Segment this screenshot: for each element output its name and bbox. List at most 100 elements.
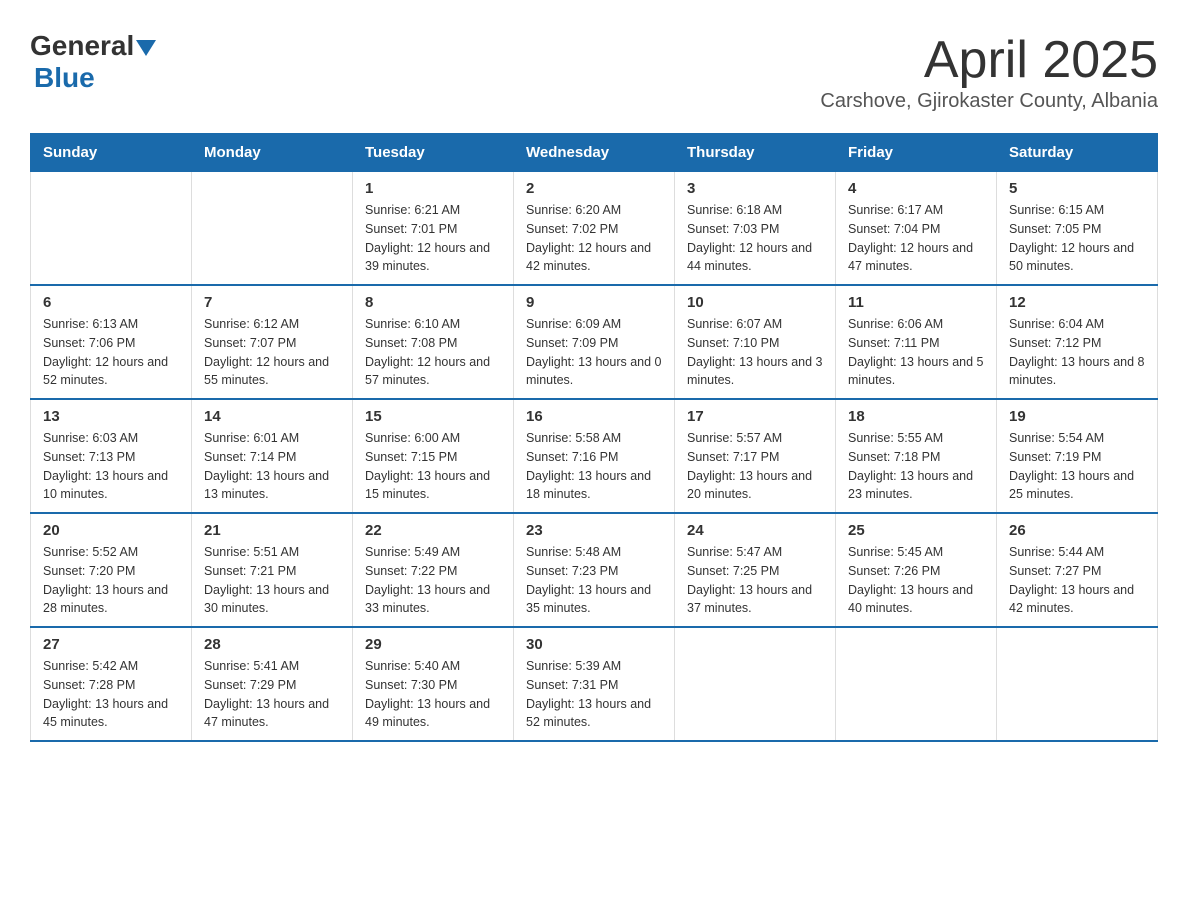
day-info: Sunrise: 6:06 AMSunset: 7:11 PMDaylight:…	[848, 315, 984, 390]
day-info: Sunrise: 6:20 AMSunset: 7:02 PMDaylight:…	[526, 201, 662, 276]
sunset-text: Sunset: 7:05 PM	[1009, 220, 1145, 239]
daylight-text: Daylight: 13 hours and 23 minutes.	[848, 467, 984, 505]
day-number: 2	[526, 180, 662, 197]
day-number: 21	[204, 522, 340, 539]
day-info: Sunrise: 5:58 AMSunset: 7:16 PMDaylight:…	[526, 429, 662, 504]
day-info: Sunrise: 6:12 AMSunset: 7:07 PMDaylight:…	[204, 315, 340, 390]
day-number: 8	[365, 294, 501, 311]
daylight-text: Daylight: 13 hours and 40 minutes.	[848, 581, 984, 619]
calendar-cell: 2 Sunrise: 6:20 AMSunset: 7:02 PMDaylight…	[514, 172, 675, 286]
sunset-text: Sunset: 7:01 PM	[365, 220, 501, 239]
calendar-table: SundayMondayTuesdayWednesdayThursdayFrid…	[30, 133, 1158, 742]
sunrise-text: Sunrise: 5:41 AM	[204, 657, 340, 676]
header-thursday: Thursday	[675, 134, 836, 172]
day-number: 3	[687, 180, 823, 197]
sunrise-text: Sunrise: 6:21 AM	[365, 201, 501, 220]
day-info: Sunrise: 6:15 AMSunset: 7:05 PMDaylight:…	[1009, 201, 1145, 276]
day-info: Sunrise: 5:45 AMSunset: 7:26 PMDaylight:…	[848, 543, 984, 618]
day-info: Sunrise: 5:41 AMSunset: 7:29 PMDaylight:…	[204, 657, 340, 732]
calendar-cell	[192, 172, 353, 286]
day-info: Sunrise: 5:42 AMSunset: 7:28 PMDaylight:…	[43, 657, 179, 732]
header-friday: Friday	[836, 134, 997, 172]
day-number: 13	[43, 408, 179, 425]
sunset-text: Sunset: 7:09 PM	[526, 334, 662, 353]
sunset-text: Sunset: 7:31 PM	[526, 676, 662, 695]
day-info: Sunrise: 6:07 AMSunset: 7:10 PMDaylight:…	[687, 315, 823, 390]
day-info: Sunrise: 5:54 AMSunset: 7:19 PMDaylight:…	[1009, 429, 1145, 504]
daylight-text: Daylight: 13 hours and 8 minutes.	[1009, 353, 1145, 391]
calendar-cell: 3Sunrise: 6:18 AMSunset: 7:03 PMDaylight…	[675, 172, 836, 286]
sunrise-text: Sunrise: 6:20 AM	[526, 201, 662, 220]
calendar-cell: 8Sunrise: 6:10 AMSunset: 7:08 PMDaylight…	[353, 285, 514, 399]
sunset-text: Sunset: 7:23 PM	[526, 562, 662, 581]
sunset-text: Sunset: 7:13 PM	[43, 448, 179, 467]
calendar-cell: 29Sunrise: 5:40 AMSunset: 7:30 PMDayligh…	[353, 627, 514, 741]
day-number: 28	[204, 636, 340, 653]
sunrise-text: Sunrise: 5:47 AM	[687, 543, 823, 562]
day-number: 22	[365, 522, 501, 539]
daylight-text: Daylight: 13 hours and 20 minutes.	[687, 467, 823, 505]
calendar-cell: 23Sunrise: 5:48 AMSunset: 7:23 PMDayligh…	[514, 513, 675, 627]
sunset-text: Sunset: 7:30 PM	[365, 676, 501, 695]
sunset-text: Sunset: 7:16 PM	[526, 448, 662, 467]
calendar-cell: 26Sunrise: 5:44 AMSunset: 7:27 PMDayligh…	[997, 513, 1158, 627]
calendar-week-4: 20Sunrise: 5:52 AMSunset: 7:20 PMDayligh…	[31, 513, 1158, 627]
calendar-cell	[675, 627, 836, 741]
daylight-text: Daylight: 12 hours and 44 minutes.	[687, 239, 823, 277]
day-number: 10	[687, 294, 823, 311]
daylight-text: Daylight: 12 hours and 57 minutes.	[365, 353, 501, 391]
page-header: General Blue April 2025 Carshove, Gjirok…	[30, 30, 1158, 113]
logo-general: General	[30, 30, 134, 62]
sunset-text: Sunset: 7:02 PM	[526, 220, 662, 239]
sunrise-text: Sunrise: 6:01 AM	[204, 429, 340, 448]
day-number: 18	[848, 408, 984, 425]
sunset-text: Sunset: 7:28 PM	[43, 676, 179, 695]
daylight-text: Daylight: 13 hours and 25 minutes.	[1009, 467, 1145, 505]
sunrise-text: Sunrise: 5:51 AM	[204, 543, 340, 562]
calendar-cell	[31, 172, 192, 286]
calendar-cell: 27 Sunrise: 5:42 AMSunset: 7:28 PMDayligh…	[31, 627, 192, 741]
day-info: Sunrise: 6:13 AMSunset: 7:06 PMDaylight:…	[43, 315, 179, 390]
calendar-week-3: 13Sunrise: 6:03 AMSunset: 7:13 PMDayligh…	[31, 399, 1158, 513]
day-info: Sunrise: 5:55 AMSunset: 7:18 PMDaylight:…	[848, 429, 984, 504]
title-block: April 2025 Carshove, Gjirokaster County,…	[820, 30, 1158, 113]
calendar-cell: 18 Sunrise: 5:55 AMSunset: 7:18 PMDayligh…	[836, 399, 997, 513]
sunset-text: Sunset: 7:29 PM	[204, 676, 340, 695]
calendar-cell: 17 Sunrise: 5:57 AMSunset: 7:17 PMDayligh…	[675, 399, 836, 513]
day-info: Sunrise: 6:21 AMSunset: 7:01 PMDaylight:…	[365, 201, 501, 276]
daylight-text: Daylight: 13 hours and 10 minutes.	[43, 467, 179, 505]
calendar-cell: 9Sunrise: 6:09 AMSunset: 7:09 PMDaylight…	[514, 285, 675, 399]
sunrise-text: Sunrise: 6:06 AM	[848, 315, 984, 334]
sunset-text: Sunset: 7:17 PM	[687, 448, 823, 467]
daylight-text: Daylight: 13 hours and 35 minutes.	[526, 581, 662, 619]
day-number: 5	[1009, 180, 1145, 197]
daylight-text: Daylight: 13 hours and 47 minutes.	[204, 695, 340, 733]
sunset-text: Sunset: 7:06 PM	[43, 334, 179, 353]
sunset-text: Sunset: 7:11 PM	[848, 334, 984, 353]
sunrise-text: Sunrise: 5:42 AM	[43, 657, 179, 676]
calendar-cell: 13Sunrise: 6:03 AMSunset: 7:13 PMDayligh…	[31, 399, 192, 513]
day-number: 1	[365, 180, 501, 197]
calendar-cell: 5 Sunrise: 6:15 AMSunset: 7:05 PMDaylight…	[997, 172, 1158, 286]
day-number: 29	[365, 636, 501, 653]
day-info: Sunrise: 5:49 AMSunset: 7:22 PMDaylight:…	[365, 543, 501, 618]
calendar-cell: 21Sunrise: 5:51 AMSunset: 7:21 PMDayligh…	[192, 513, 353, 627]
sunrise-text: Sunrise: 5:55 AM	[848, 429, 984, 448]
sunset-text: Sunset: 7:22 PM	[365, 562, 501, 581]
daylight-text: Daylight: 13 hours and 30 minutes.	[204, 581, 340, 619]
day-number: 12	[1009, 294, 1145, 311]
day-number: 27	[43, 636, 179, 653]
sunrise-text: Sunrise: 5:52 AM	[43, 543, 179, 562]
daylight-text: Daylight: 13 hours and 5 minutes.	[848, 353, 984, 391]
day-number: 17	[687, 408, 823, 425]
day-number: 7	[204, 294, 340, 311]
sunset-text: Sunset: 7:26 PM	[848, 562, 984, 581]
daylight-text: Daylight: 13 hours and 42 minutes.	[1009, 581, 1145, 619]
sunrise-text: Sunrise: 5:57 AM	[687, 429, 823, 448]
calendar-week-1: 1Sunrise: 6:21 AMSunset: 7:01 PMDaylight…	[31, 172, 1158, 286]
daylight-text: Daylight: 13 hours and 49 minutes.	[365, 695, 501, 733]
day-number: 19	[1009, 408, 1145, 425]
sunrise-text: Sunrise: 6:18 AM	[687, 201, 823, 220]
day-number: 25	[848, 522, 984, 539]
daylight-text: Daylight: 12 hours and 39 minutes.	[365, 239, 501, 277]
